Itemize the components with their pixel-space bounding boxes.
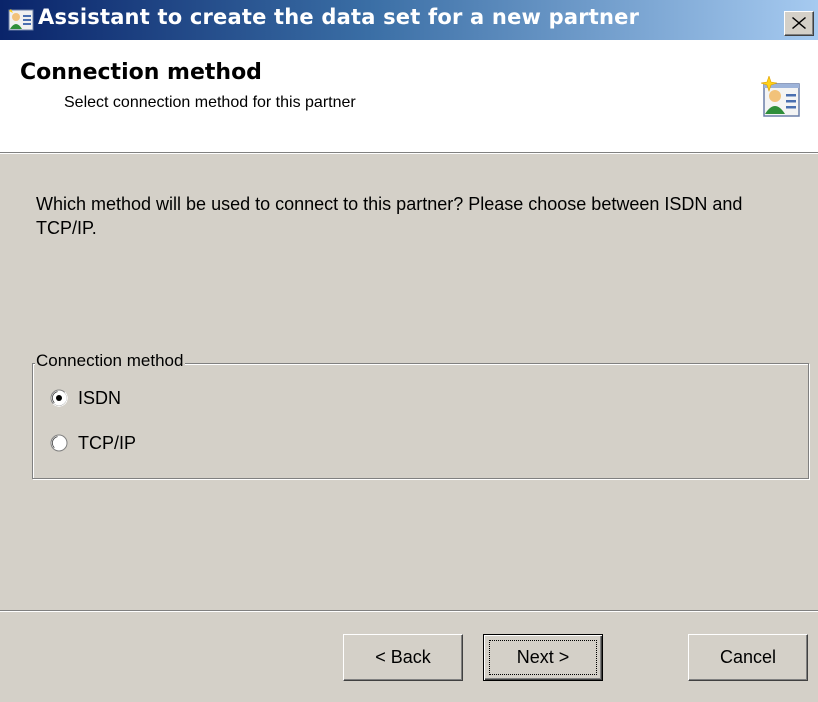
title-bar[interactable]: Assistant to create the data set for a n… xyxy=(0,0,818,40)
close-icon xyxy=(792,17,806,29)
cancel-button[interactable]: Cancel xyxy=(688,634,808,681)
window-title: Assistant to create the data set for a n… xyxy=(38,5,640,29)
header-divider xyxy=(0,152,818,154)
close-button[interactable] xyxy=(784,11,814,36)
connection-method-group xyxy=(32,363,809,479)
wizard-header: Connection method Select connection meth… xyxy=(0,40,818,152)
footer-divider xyxy=(0,610,818,612)
page-subtitle: Select connection method for this partne… xyxy=(64,94,356,111)
radio-button-tcpip[interactable] xyxy=(50,434,68,452)
group-legend: Connection method xyxy=(35,351,186,371)
radio-label-isdn: ISDN xyxy=(78,387,122,408)
radio-option-isdn[interactable]: ISDN xyxy=(50,386,121,410)
focus-rectangle xyxy=(489,640,597,675)
radio-label-tcpip: TCP/IP xyxy=(78,432,137,453)
page-title: Connection method xyxy=(20,60,262,85)
radio-button-isdn[interactable] xyxy=(50,389,68,407)
next-button[interactable]: Next > xyxy=(483,634,603,681)
back-button-label: < Back xyxy=(375,647,431,667)
radio-option-tcpip[interactable]: TCP/IP xyxy=(50,431,136,455)
partner-card-sparkle-icon xyxy=(760,75,801,118)
wizard-card-icon xyxy=(8,8,34,32)
back-button[interactable]: < Back xyxy=(343,634,463,681)
cancel-button-label: Cancel xyxy=(719,647,777,667)
question-text: Which method will be used to connect to … xyxy=(36,194,743,238)
wizard-dialog: Assistant to create the data set for a n… xyxy=(0,0,818,702)
